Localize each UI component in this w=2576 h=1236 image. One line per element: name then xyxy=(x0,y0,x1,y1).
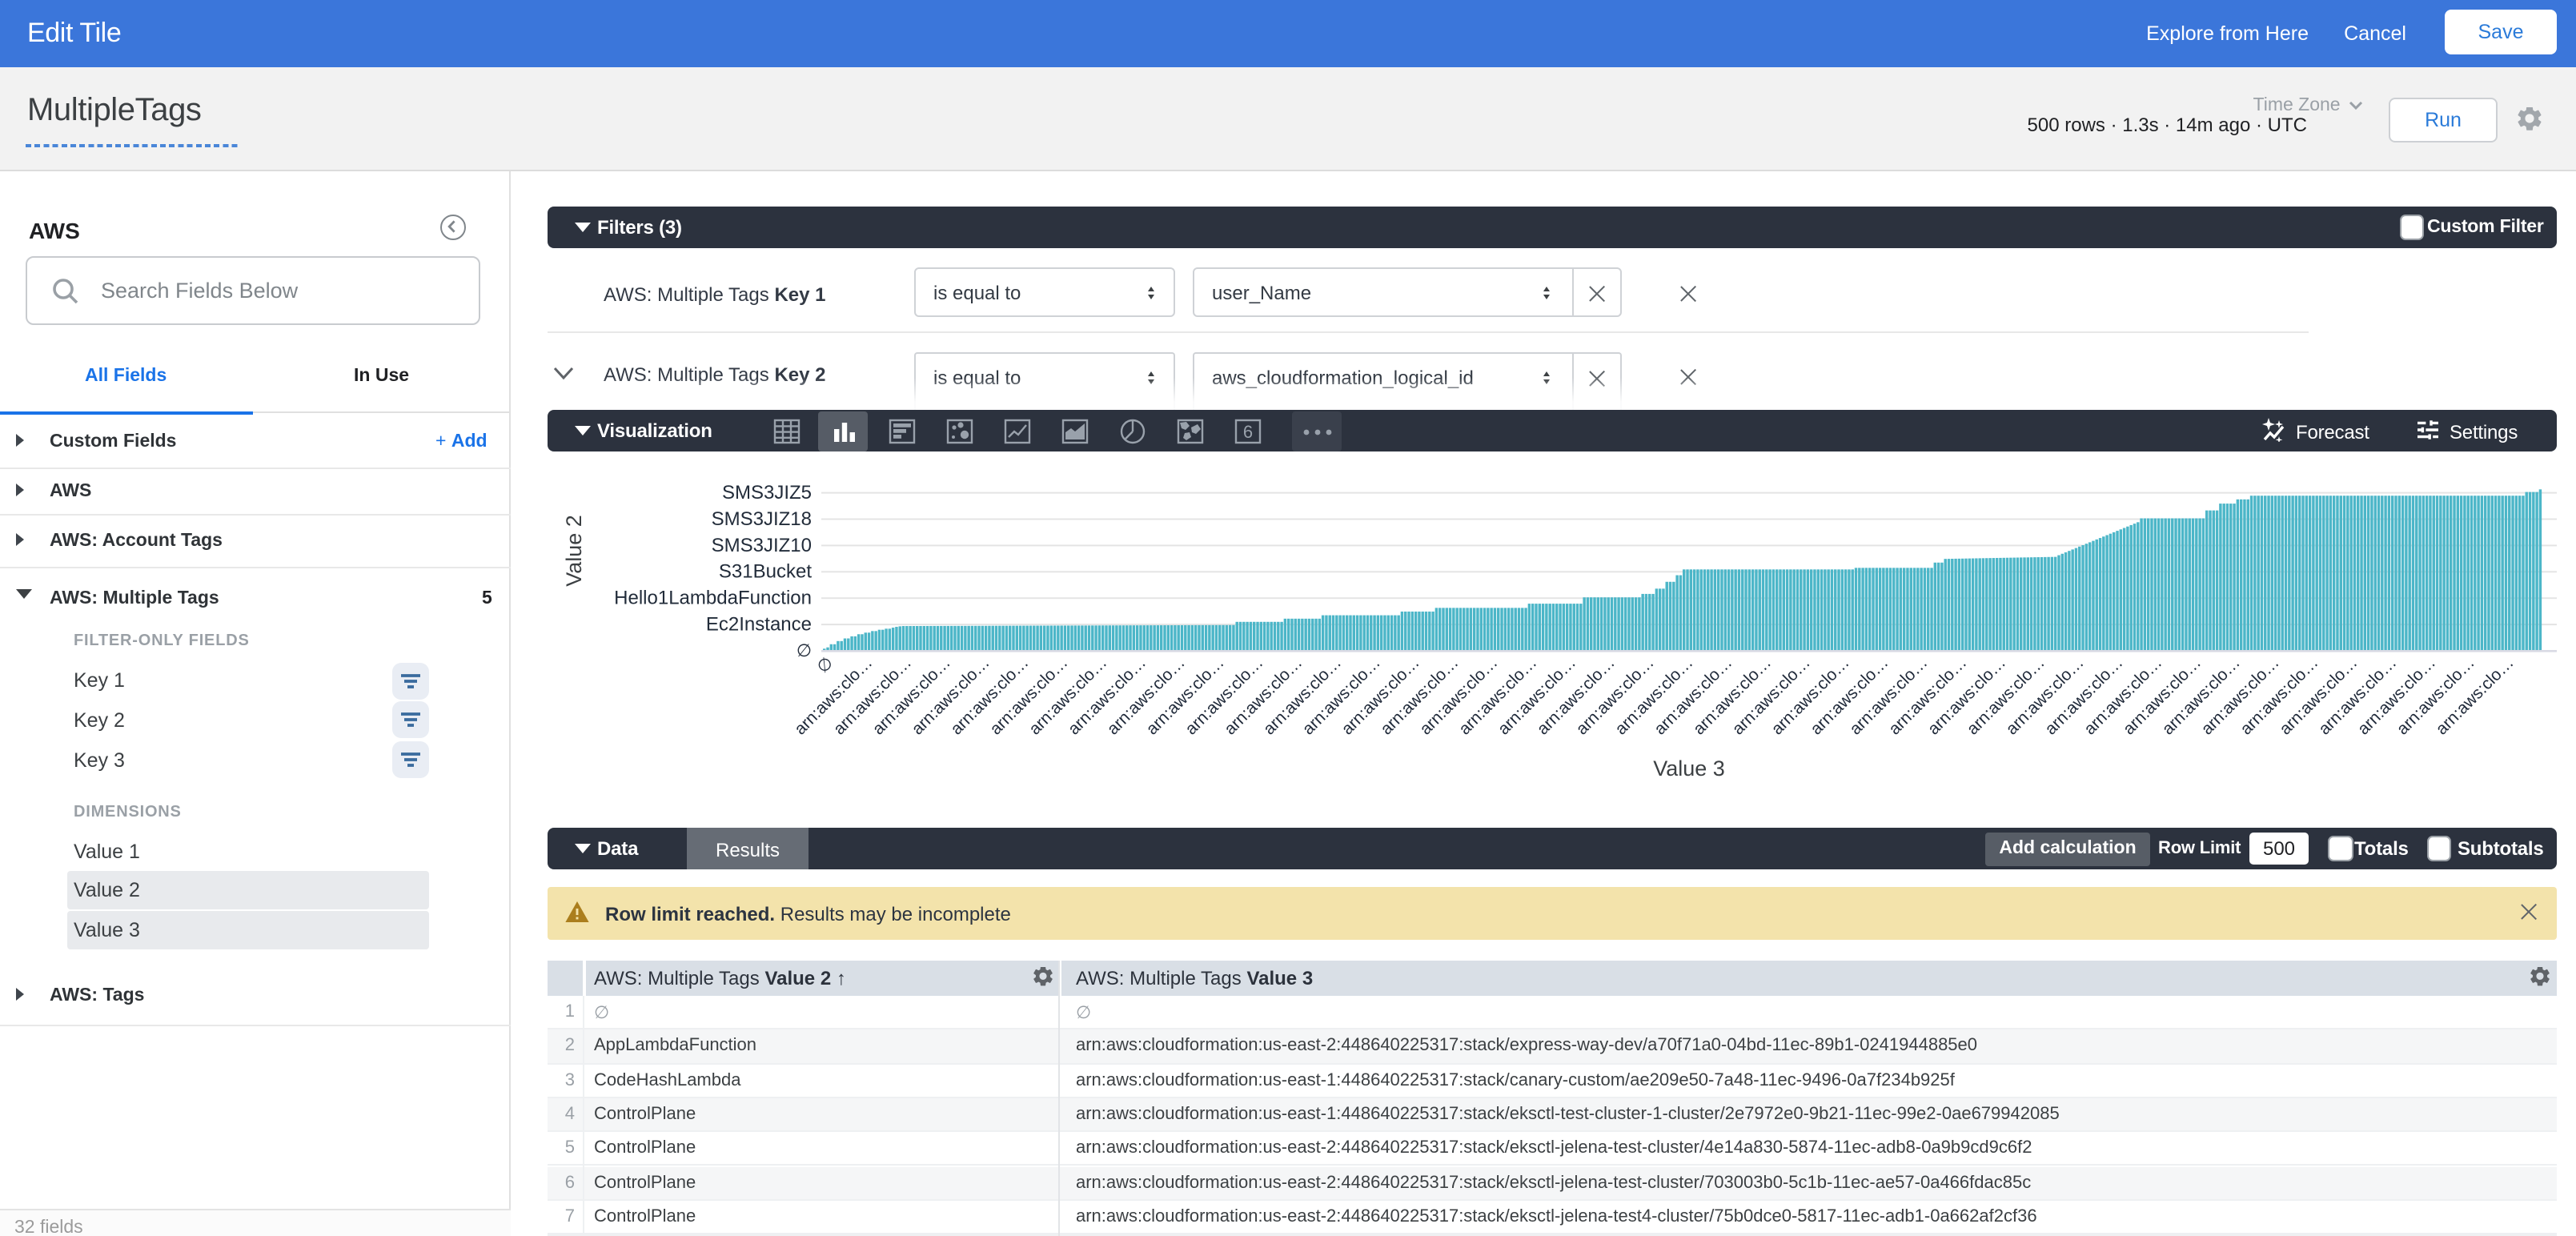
svg-text:SMS3JIZ18: SMS3JIZ18 xyxy=(712,508,812,530)
svg-text:Ec2Instance: Ec2Instance xyxy=(706,614,812,636)
svg-text:6: 6 xyxy=(1243,422,1253,442)
svg-text:SMS3JIZ10: SMS3JIZ10 xyxy=(712,535,812,556)
svg-text:Value 2: Value 2 xyxy=(562,515,586,587)
svg-text:Value 3: Value 3 xyxy=(1653,756,1725,781)
svg-text:∅: ∅ xyxy=(813,653,837,676)
svg-text:Hello1LambdaFunction: Hello1LambdaFunction xyxy=(614,588,812,609)
svg-text:SMS3JIZ5: SMS3JIZ5 xyxy=(722,482,812,504)
svg-text:∅: ∅ xyxy=(796,640,812,660)
svg-text:S31Bucket: S31Bucket xyxy=(719,561,812,583)
